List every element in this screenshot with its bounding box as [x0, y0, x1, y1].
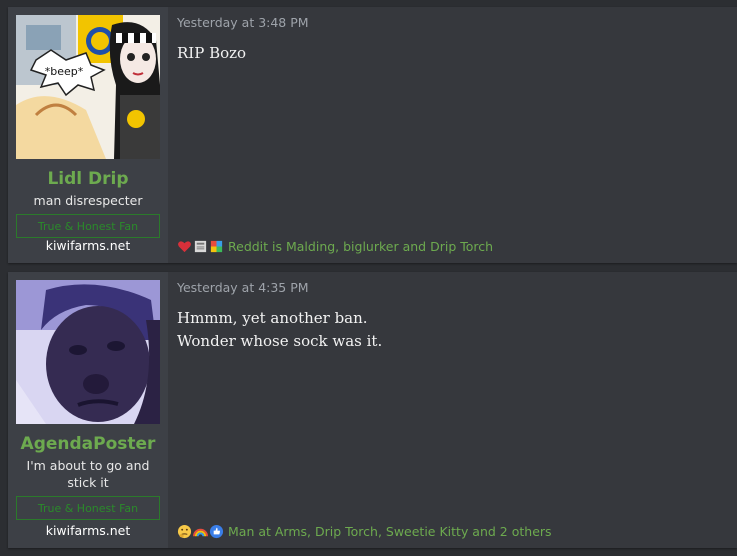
post-timestamp[interactable]: Yesterday at 4:35 PM [177, 280, 728, 295]
user-banner: True & Honest Fan [16, 214, 160, 238]
post-content: Yesterday at 4:35 PM Hmmm, yet another b… [168, 272, 737, 548]
post-body-line: Hmmm, yet another ban. [177, 309, 368, 327]
user-banner: True & Honest Fan [16, 496, 160, 520]
post: AgendaPoster I'm about to go and stick i… [8, 272, 737, 548]
reactions-bar[interactable]: Reddit is Malding, biglurker and Drip To… [177, 239, 493, 254]
user-title: man disrespecter [33, 193, 143, 208]
post: *beep* Lidl Drip man disrespecter True &… [8, 7, 737, 263]
post-content: Yesterday at 3:48 PM RIP Bozo Reddit is … [168, 7, 737, 263]
user-avatar[interactable] [16, 280, 160, 424]
user-title: I'm about to go and stick it [26, 458, 150, 490]
user-avatar[interactable]: *beep* [16, 15, 160, 159]
reactions-text[interactable]: Man at Arms, Drip Torch, Sweetie Kitty a… [228, 524, 552, 539]
post-body-line: RIP Bozo [177, 44, 247, 62]
user-site: kiwifarms.net [45, 238, 131, 253]
newspaper-icon [194, 240, 207, 253]
reactions-bar[interactable]: Man at Arms, Drip Torch, Sweetie Kitty a… [177, 524, 552, 539]
post-body: Hmmm, yet another ban. Wonder whose sock… [177, 307, 728, 353]
avatar-caption: *beep* [45, 65, 84, 78]
puzzle-icon [210, 240, 223, 253]
heart-icon [178, 241, 191, 253]
username[interactable]: Lidl Drip [47, 169, 128, 189]
user-info-panel: *beep* Lidl Drip man disrespecter True &… [8, 7, 168, 263]
thinking-face-icon [177, 524, 192, 539]
user-site: kiwifarms.net [45, 523, 131, 538]
username[interactable]: AgendaPoster [21, 434, 156, 454]
post-timestamp[interactable]: Yesterday at 3:48 PM [177, 15, 728, 30]
post-body-line: Wonder whose sock was it. [177, 332, 383, 350]
user-info-panel: AgendaPoster I'm about to go and stick i… [8, 272, 168, 548]
reactions-text[interactable]: Reddit is Malding, biglurker and Drip To… [228, 239, 493, 254]
post-body: RIP Bozo [177, 42, 728, 65]
thumbs-up-icon [209, 524, 224, 539]
rainbow-icon [193, 528, 208, 537]
